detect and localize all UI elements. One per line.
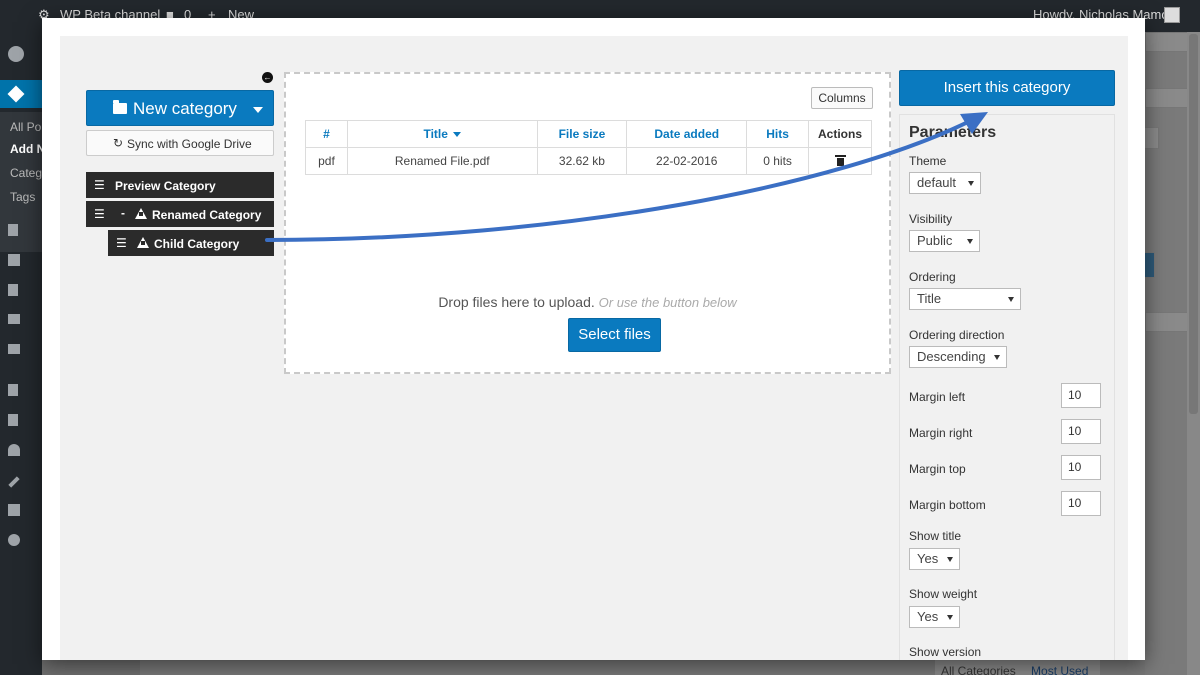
menu-item-plugins[interactable] <box>0 408 42 436</box>
category-modal: ← New category ↻ Sync with Google Drive … <box>42 18 1145 660</box>
background-category-tabs: All Categories Most Used <box>935 660 1100 675</box>
folder-icon <box>8 344 20 354</box>
bg-box <box>1145 88 1189 108</box>
bg-box <box>1145 32 1189 52</box>
modal-content: ← New category ↻ Sync with Google Drive … <box>60 36 1128 660</box>
menu-item-posts[interactable] <box>0 80 42 108</box>
settings-icon <box>8 504 20 516</box>
users-icon <box>8 444 20 456</box>
menu-item-woo[interactable] <box>0 338 42 366</box>
menu-item-users[interactable] <box>0 438 42 466</box>
collapse-icon <box>8 534 20 546</box>
wp-admin-menu: All Po Add N Categ Tags <box>0 32 42 675</box>
arrow-path <box>265 118 974 242</box>
submenu-tags[interactable]: Tags <box>10 190 42 204</box>
plug-icon <box>8 414 18 426</box>
avatar[interactable] <box>1164 7 1180 23</box>
pin-icon <box>7 85 25 103</box>
menu-item-dashboard[interactable] <box>0 40 42 68</box>
menu-item-library[interactable] <box>0 218 42 246</box>
tab-all-categories[interactable]: All Categories <box>941 664 1016 675</box>
menu-item-collapse[interactable] <box>0 528 42 556</box>
brush-icon <box>8 384 18 396</box>
menu-item-media[interactable] <box>0 248 42 276</box>
bg-box <box>1145 312 1189 332</box>
annotation-arrow <box>265 112 988 242</box>
menu-item-settings[interactable] <box>0 498 42 526</box>
dashboard-icon <box>8 46 24 62</box>
media-icon <box>8 254 20 266</box>
menu-item-appearance[interactable] <box>0 378 42 406</box>
comment-icon <box>8 314 20 324</box>
wrench-icon <box>8 476 20 488</box>
page-scroll-thumb[interactable] <box>1189 34 1198 414</box>
menu-item-pages[interactable] <box>0 278 42 306</box>
pages-icon <box>8 284 18 296</box>
submenu-all-posts[interactable]: All Po <box>10 120 42 134</box>
tab-most-used[interactable]: Most Used <box>1031 664 1088 675</box>
menu-item-tools[interactable] <box>0 468 42 496</box>
page-scrollbar[interactable] <box>1187 32 1200 675</box>
submenu-categories[interactable]: Categ <box>10 166 42 180</box>
library-icon <box>8 224 18 236</box>
submenu-add-new[interactable]: Add N <box>10 142 42 156</box>
menu-item-comments[interactable] <box>0 308 42 336</box>
